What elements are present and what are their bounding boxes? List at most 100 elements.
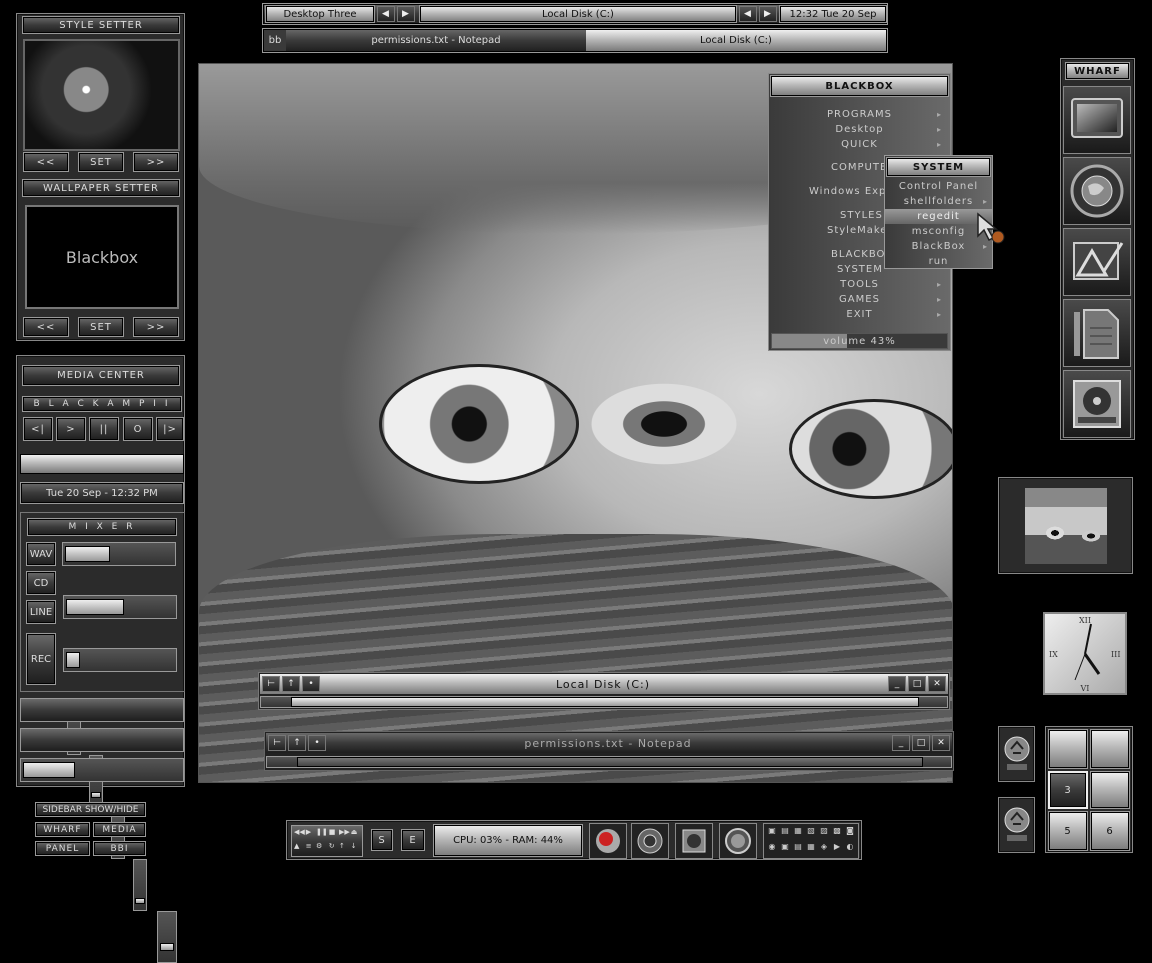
task-local-disk[interactable]: Local Disk (C:) (586, 30, 886, 51)
eject-icon[interactable]: ⏏ (351, 828, 360, 841)
wav-slider-thumb[interactable] (65, 546, 110, 562)
window-next-button[interactable]: ▶ (759, 6, 777, 22)
tray-icon-12[interactable]: ◈ (818, 842, 830, 857)
bb-label[interactable]: bb (264, 30, 286, 51)
window-menu-icon[interactable]: ⊢ (268, 735, 286, 751)
desk-2[interactable] (1090, 729, 1130, 769)
wallpaper-set-button[interactable]: SET (78, 317, 124, 337)
local-disk-scrollbar[interactable] (260, 696, 948, 708)
workspace-next-button[interactable]: ▶ (397, 6, 415, 22)
window-menu-icon[interactable]: ⊢ (262, 676, 280, 692)
desk-5[interactable]: 5 (1048, 811, 1088, 851)
cd-slider[interactable] (63, 595, 177, 619)
window-prev-button[interactable]: ◀ (739, 6, 757, 22)
panel-toggle-button[interactable]: PANEL (35, 841, 90, 856)
local-disk-scroll-thumb[interactable] (291, 697, 919, 707)
tray-icon-13[interactable]: ▶ (831, 842, 843, 857)
list-icon[interactable]: ≡ (306, 842, 315, 855)
player-stop-button[interactable]: O (123, 417, 153, 441)
menu-exit[interactable]: EXIT ▸ (769, 307, 950, 322)
style-prev-button[interactable]: << (23, 152, 69, 172)
recycle-bin-2-button[interactable] (998, 797, 1035, 853)
wallpaper-next-button[interactable]: >> (133, 317, 179, 337)
tray-icon-5[interactable]: ▨ (818, 826, 830, 841)
style-set-button[interactable]: SET (78, 152, 124, 172)
rec-slider-master[interactable] (157, 911, 177, 963)
bottom-app-1[interactable] (589, 823, 627, 859)
desk-1[interactable] (1048, 729, 1088, 769)
wharf-monitor-button[interactable] (1063, 86, 1131, 154)
up-arrow-icon[interactable]: ↑ (288, 735, 306, 751)
arrow-down-icon[interactable]: ↓ (351, 842, 360, 855)
tray-icon-14[interactable]: ◐ (844, 842, 856, 857)
rewind-icon[interactable]: ◀◀ (294, 828, 305, 841)
wallpaper-prev-button[interactable]: << (23, 317, 69, 337)
system-control-panel[interactable]: Control Panel (885, 179, 992, 194)
workspace-prev-button[interactable]: ◀ (377, 6, 395, 22)
player-next-button[interactable]: |> (156, 417, 184, 441)
wharf-graphics-button[interactable] (1063, 228, 1131, 296)
menu-quick[interactable]: QUICK ▸ (769, 137, 950, 152)
recycle-bin-button[interactable] (998, 726, 1035, 782)
rec-slider-2-thumb[interactable] (91, 792, 101, 798)
close-icon[interactable]: ✕ (932, 735, 950, 751)
cd-slider-thumb[interactable] (66, 599, 124, 615)
maximize-icon[interactable]: □ (908, 676, 926, 692)
tray-icon-3[interactable]: ▦ (792, 826, 804, 841)
style-next-button[interactable]: >> (133, 152, 179, 172)
up-icon[interactable]: ▲ (294, 842, 305, 855)
notepad-scrollbar[interactable] (266, 756, 952, 768)
close-icon[interactable]: ✕ (928, 676, 946, 692)
wharf-document-button[interactable] (1063, 299, 1131, 367)
wharf-disk-button[interactable] (1063, 370, 1131, 438)
bottom-app-4[interactable] (719, 823, 757, 859)
menu-programs[interactable]: PROGRAMS ▸ (769, 107, 950, 122)
notepad-titlebar[interactable]: ⊢ ↑ • permissions.txt - Notepad _ □ ✕ (266, 733, 952, 753)
bottom-app-2[interactable] (631, 823, 669, 859)
minimize-icon[interactable]: _ (888, 676, 906, 692)
settings-icon[interactable]: ⚙ (316, 842, 328, 855)
stop-icon[interactable]: ■ (329, 828, 338, 841)
wharf-toggle-button[interactable]: WHARF (35, 822, 90, 837)
arrow-up-icon[interactable]: ↑ (339, 842, 350, 855)
maximize-icon[interactable]: □ (912, 735, 930, 751)
wav-slider[interactable] (62, 542, 176, 566)
pin-icon[interactable]: • (308, 735, 326, 751)
media-volume-thumb[interactable] (23, 762, 75, 778)
tray-icon-2[interactable]: ▤ (779, 826, 791, 841)
media-toggle-button[interactable]: MEDIA (93, 822, 146, 837)
tray-icon-11[interactable]: ▦ (805, 842, 817, 857)
player-pause-button[interactable]: || (89, 417, 119, 441)
repeat-icon[interactable]: ↻ (329, 842, 338, 855)
desk-3[interactable]: 3 (1048, 771, 1088, 809)
s-button[interactable]: S (371, 829, 393, 851)
forward-icon[interactable]: ▶▶ (339, 828, 350, 841)
tray-icon-6[interactable]: ▩ (831, 826, 843, 841)
rec-slider-4-thumb[interactable] (135, 898, 145, 904)
minimize-icon[interactable]: _ (892, 735, 910, 751)
rec-slider-master-thumb[interactable] (160, 943, 174, 951)
media-volume-slider[interactable] (20, 758, 184, 782)
tray-icon-7[interactable]: ◙ (844, 826, 856, 841)
play-icon[interactable]: ▶ (306, 828, 315, 841)
pin-icon[interactable]: • (302, 676, 320, 692)
menu-desktop[interactable]: Desktop ▸ (769, 122, 950, 137)
local-disk-titlebar[interactable]: ⊢ ↑ • Local Disk (C:) _ □ ✕ (260, 674, 948, 694)
line-slider[interactable] (63, 648, 177, 672)
bbi-toggle-button[interactable]: BBI (93, 841, 146, 856)
notepad-scroll-thumb[interactable] (297, 757, 923, 767)
player-play-button[interactable]: > (56, 417, 86, 441)
tray-icon-4[interactable]: ▧ (805, 826, 817, 841)
task-notepad[interactable]: permissions.txt - Notepad (286, 30, 586, 51)
volume-bar[interactable]: volume 43% (771, 333, 948, 349)
wharf-globe-button[interactable] (1063, 157, 1131, 225)
tray-icon-1[interactable]: ▣ (766, 826, 778, 841)
e-button[interactable]: E (401, 829, 425, 851)
menu-tools[interactable]: TOOLS ▸ (769, 277, 950, 292)
up-arrow-icon[interactable]: ↑ (282, 676, 300, 692)
rec-slider-4[interactable] (133, 859, 147, 911)
desk-6[interactable]: 6 (1090, 811, 1130, 851)
tray-icon-8[interactable]: ◉ (766, 842, 778, 857)
line-slider-thumb[interactable] (66, 652, 80, 668)
media-mini-controls[interactable]: ◀◀ ▶ ❚❚ ■ ▶▶ ⏏ ▲ ≡ ⚙ ↻ ↑ ↓ (291, 825, 363, 857)
